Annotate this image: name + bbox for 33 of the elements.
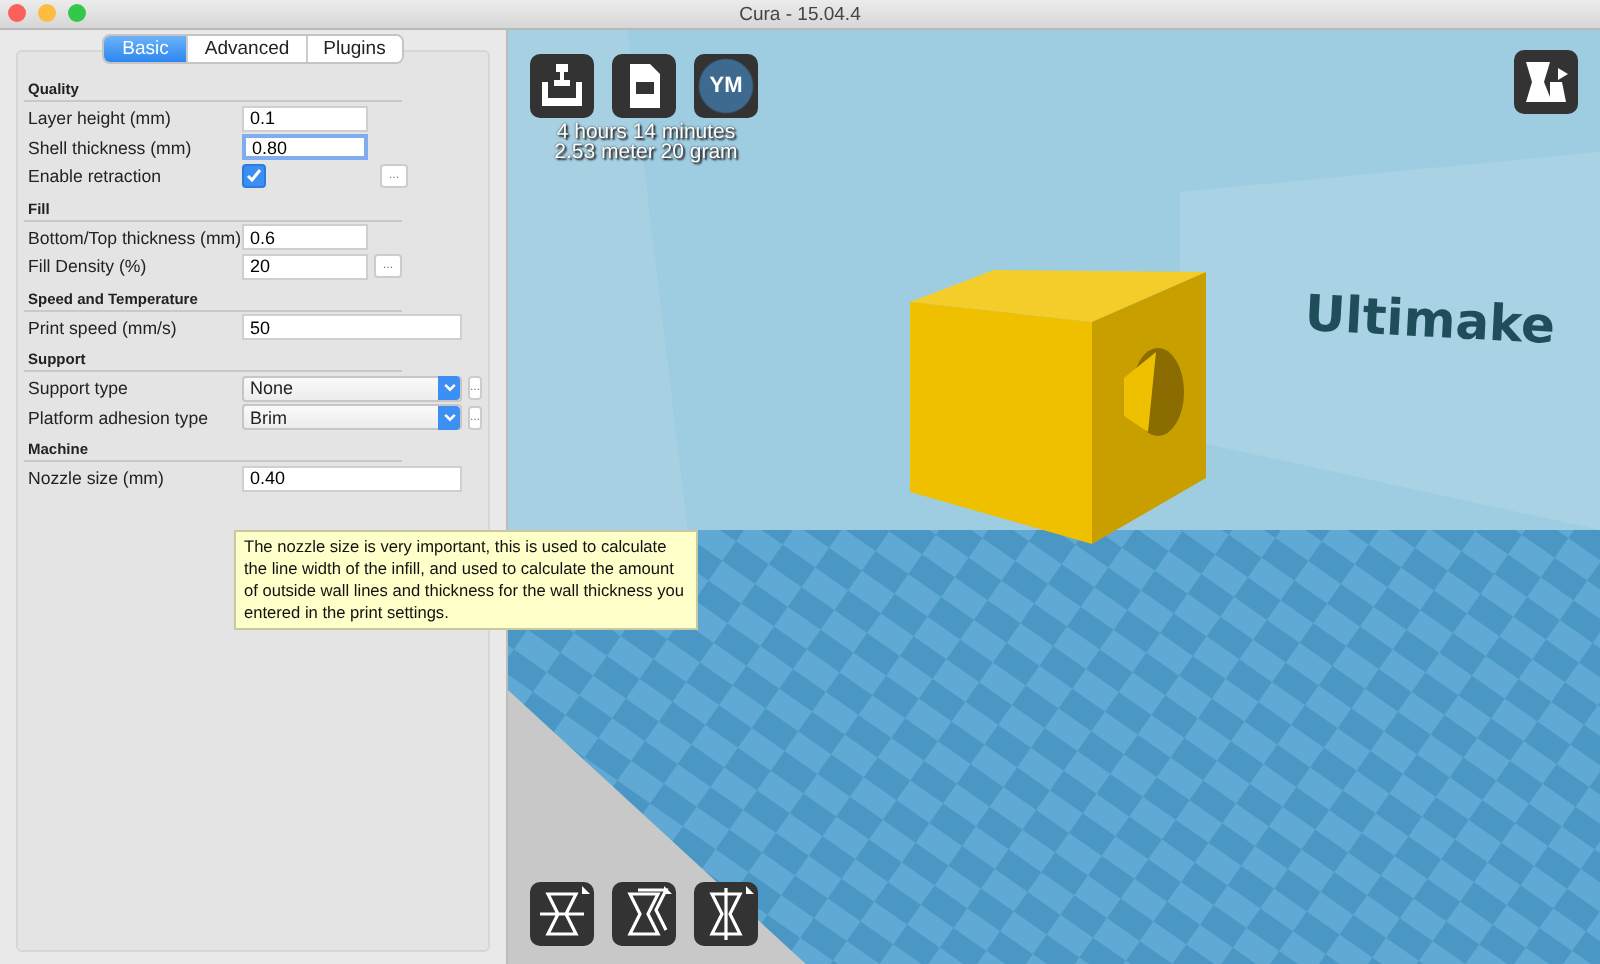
print-info-text: 4 hours 14 minutes — [556, 122, 738, 142]
field-label: Fill Density (%) — [28, 256, 149, 277]
save-button[interactable]: YM — [694, 54, 758, 118]
input-field[interactable]: 0.80 — [242, 134, 368, 161]
input-field[interactable]: 0.1 — [242, 105, 368, 132]
input-field[interactable]: 50 — [242, 314, 462, 341]
field-label: Layer height (mm) — [28, 108, 173, 129]
window-title: Cura - 15.04.4 — [739, 3, 861, 25]
sd-card-icon[interactable] — [612, 54, 676, 118]
field-label: Support type — [28, 378, 130, 399]
dropdown[interactable]: None — [242, 375, 462, 402]
field-label: Shell thickness (mm) — [28, 137, 194, 158]
scale-icon[interactable] — [612, 882, 676, 946]
view-mode-icon[interactable] — [1514, 50, 1578, 114]
tooltip: The nozzle size is very important, this is used to calculate the line width of the infill, and used to calculate the amount of outside wall lines and thickness for the wall thickness you entered in the print settings. — [234, 530, 698, 630]
mirror-icon[interactable] — [694, 882, 758, 946]
chevron-icon — [438, 405, 460, 430]
dropdown[interactable]: Brim — [242, 404, 462, 431]
field-label: Print speed (mm/s) — [28, 317, 179, 338]
input-field[interactable]: 20 — [242, 253, 368, 280]
input-field[interactable]: 0.6 — [242, 224, 368, 251]
field-label: Enable retraction — [28, 166, 164, 187]
rotate-icon[interactable] — [530, 882, 594, 946]
print-info-text: 2.53 meter 20 gram — [552, 142, 740, 162]
chevron-icon — [438, 376, 460, 401]
wall-logo-text: Ultimake — [1303, 284, 1557, 356]
input-field[interactable]: 0.40 — [242, 465, 462, 492]
load-tray-icon[interactable] — [530, 54, 594, 118]
field-label: Platform adhesion type — [28, 407, 210, 428]
checkbox[interactable] — [242, 164, 266, 189]
field-label: Nozzle size (mm) — [28, 468, 166, 489]
field-label: Bottom/Top thickness (mm) — [28, 227, 242, 248]
tab[interactable]: Plugins — [305, 36, 402, 62]
